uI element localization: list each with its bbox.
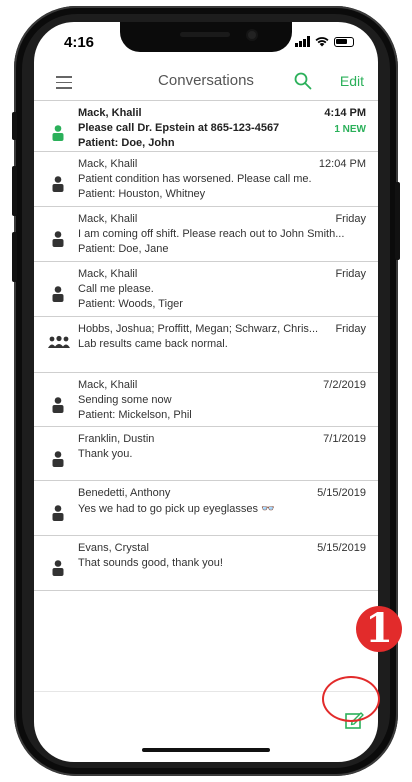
volume-down-button (12, 232, 17, 282)
message-preview: Yes we had to go pick up eyeglasses 👓 (78, 503, 275, 515)
conversation-row[interactable]: Evans, Crystal 5/15/2019 That sounds good,… (34, 535, 378, 590)
person-icon (52, 505, 64, 521)
patient-label: Patient: Doe, Jane (78, 243, 169, 255)
message-preview: Patient condition has worsened. Please c… (78, 173, 312, 185)
page-title: Conversations (158, 72, 254, 89)
person-icon (52, 125, 64, 141)
patient-label: Patient: Woods, Tiger (78, 298, 183, 310)
conversation-row[interactable]: Benedetti, Anthony 5/15/2019 Yes we had to… (34, 480, 378, 535)
status-icons (295, 36, 354, 47)
timestamp: 4:14 PM (324, 107, 366, 119)
person-icon (52, 397, 64, 413)
camera-icon (248, 31, 256, 39)
timestamp: Friday (335, 268, 366, 280)
conversation-row[interactable]: Mack, Khalil 7/2/2019 Sending some now Pati… (34, 372, 378, 426)
wifi-icon (315, 37, 329, 47)
power-button (395, 182, 400, 260)
new-badge: 1 NEW (334, 124, 366, 135)
conversation-row[interactable]: Hobbs, Joshua; Proffitt, Megan; Schwarz,… (34, 316, 378, 372)
message-preview: I am coming off shift. Please reach out … (78, 228, 345, 240)
sender-name: Hobbs, Joshua; Proffitt, Megan; Schwarz,… (78, 323, 319, 335)
status-time: 4:16 (64, 34, 95, 51)
search-icon[interactable] (294, 72, 312, 90)
conversation-row[interactable]: Mack, Khalil 4:14 PM 1 NEW Please call Dr. … (34, 100, 378, 151)
timestamp: 12:04 PM (318, 158, 366, 170)
conversation-row[interactable]: Franklin, Dustin 7/1/2019 Thank you. (34, 426, 378, 480)
annotation-circle (322, 676, 380, 722)
patient-label: Patient: Mickelson, Phil (78, 409, 192, 421)
message-preview: Please call Dr. Epstein at 865-123-4567 (78, 122, 280, 134)
message-preview: Sending some now (78, 394, 172, 406)
timestamp: Friday (335, 323, 366, 335)
patient-label: Patient: Houston, Whitney (78, 188, 206, 200)
timestamp: 7/2/2019 (323, 379, 366, 391)
timestamp: 5/15/2019 (317, 542, 366, 554)
home-indicator (142, 748, 270, 752)
person-icon (52, 286, 64, 302)
conversation-row[interactable]: Mack, Khalil 12:04 PM Patient condition ha… (34, 151, 378, 206)
person-icon (52, 451, 64, 467)
timestamp: 7/1/2019 (323, 433, 366, 445)
screen: 4:16 Conversations Edit Mack, Khalil 4:14… (34, 22, 378, 762)
person-icon (52, 176, 64, 192)
message-preview: Lab results came back normal. (78, 338, 228, 350)
sender-name: Mack, Khalil (78, 107, 142, 119)
conversation-list: Mack, Khalil 4:14 PM 1 NEW Please call Dr. … (34, 100, 378, 591)
conversation-row[interactable]: Mack, Khalil Friday I am coming off shift.… (34, 206, 378, 261)
patient-label: Patient: Doe, John (78, 137, 175, 149)
person-icon (52, 231, 64, 247)
annotation-number-badge: 1 (356, 606, 402, 652)
speaker (180, 32, 230, 37)
timestamp: Friday (335, 213, 366, 225)
conversation-row[interactable]: Mack, Khalil Friday Call me please. Patient… (34, 261, 378, 316)
volume-up-button (12, 166, 17, 216)
timestamp: 5/15/2019 (317, 487, 366, 499)
sender-name: Mack, Khalil (78, 213, 138, 225)
battery-icon (334, 36, 354, 47)
message-preview: Thank you. (78, 448, 133, 460)
notch (120, 22, 292, 52)
signal-icon (295, 36, 310, 47)
message-preview: Call me please. (78, 283, 154, 295)
message-preview: That sounds good, thank you! (78, 557, 223, 569)
list-end-divider (34, 590, 378, 591)
sender-name: Mack, Khalil (78, 268, 138, 280)
group-icon (48, 335, 70, 348)
person-icon (52, 560, 64, 576)
nav-bar: Conversations Edit (34, 66, 378, 100)
edit-button[interactable]: Edit (340, 73, 364, 89)
mute-switch (12, 112, 17, 140)
